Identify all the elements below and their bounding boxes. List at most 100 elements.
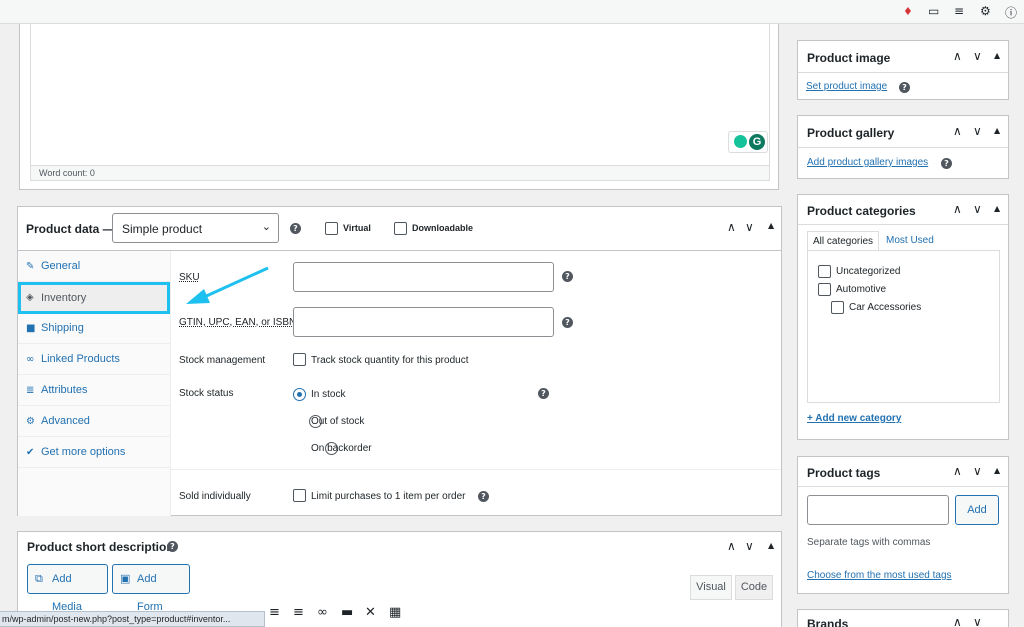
chevron-down-icon[interactable]: ∨ [745,539,754,553]
chevron-up-icon[interactable]: ∧ [953,49,962,63]
link-icon: ∞ [26,354,35,365]
content-editor[interactable]: G Word count: 0 [19,24,779,190]
caret-up-icon[interactable]: ▲ [768,541,774,550]
product-type-select[interactable]: Simple product ⌄ [112,213,279,243]
help-icon[interactable]: ? [941,158,952,169]
tab-visual[interactable]: Visual [690,575,732,600]
choose-most-used-tags-link[interactable]: Choose from the most used tags [807,570,952,581]
chevron-up-icon[interactable]: ∧ [953,124,962,138]
product-categories-title: Product categories [807,204,916,218]
help-icon[interactable]: ? [538,388,549,399]
comment-icon[interactable]: ▭ [928,4,939,18]
add-new-category-link[interactable]: + Add new category [807,413,901,424]
link-icon[interactable]: ∞ [317,605,328,620]
tab-all-categories[interactable]: All categories [807,231,879,251]
gtin-label: GTIN, UPC, EAN, or ISBN [179,317,297,328]
product-gallery-title: Product gallery [807,126,895,140]
tab-attributes[interactable]: ≣ Attributes [18,375,170,406]
chevron-down-icon[interactable]: ∨ [745,220,754,234]
category-label: Uncategorized [836,266,901,277]
gear-icon: ⚙ [26,416,35,427]
help-icon[interactable]: ⓘ [1005,4,1017,21]
tab-get-more-options[interactable]: ✔ Get more options [18,437,170,468]
form-icon: ▣ [120,572,131,585]
chevron-up-icon[interactable]: ∧ [953,615,962,627]
chevron-up-icon[interactable]: ∧ [727,220,736,234]
tab-most-used[interactable]: Most Used [886,235,934,246]
editor-text-area[interactable] [30,24,770,166]
grammarly-icon[interactable]: G [728,131,768,153]
align-right-icon[interactable]: ≡ [293,605,304,620]
chevron-up-icon[interactable]: ∧ [953,202,962,216]
more-icon[interactable]: ▬ [341,605,353,620]
help-icon[interactable]: ? [899,82,910,93]
stock-management-checkbox[interactable] [293,353,306,366]
caret-up-icon[interactable]: ▲ [994,466,1000,475]
product-tags-title: Product tags [807,466,881,480]
chevron-down-icon[interactable]: ∨ [973,615,982,627]
chevron-down-icon: ⌄ [261,220,271,233]
list-icon[interactable]: ≡ [954,4,964,18]
gear-icon[interactable]: ⚙ [980,4,991,18]
tag-input[interactable] [807,495,949,525]
toolbar-toggle-icon[interactable]: ▦ [389,605,401,620]
add-form-button[interactable]: ▣ Add Form [112,564,190,613]
product-data-tabs: ✎ General ◈ Inventory ■ Shipping ∞ Linke… [18,251,171,516]
stock-status-label: Stock status [179,388,234,399]
caret-up-icon[interactable]: ▲ [994,126,1000,135]
product-data-header: Product data — Simple product ⌄ ? Virtua… [18,207,781,251]
chevron-down-icon[interactable]: ∨ [973,124,982,138]
help-icon[interactable]: ? [167,541,178,552]
tab-advanced[interactable]: ⚙ Advanced [18,406,170,437]
product-data-title: Product data — [26,222,115,236]
product-categories-box: Product categories ∧ ∨ ▲ All categories … [797,194,1009,440]
tab-code[interactable]: Code [735,575,773,600]
align-center-icon[interactable]: ≡ [269,605,280,620]
caret-up-icon[interactable]: ▲ [768,221,774,230]
help-icon[interactable]: ? [290,223,301,234]
truck-icon: ■ [26,323,36,334]
help-icon[interactable]: ? [478,491,489,502]
chevron-down-icon[interactable]: ∨ [973,464,982,478]
chevron-up-icon[interactable]: ∧ [727,539,736,553]
tab-general[interactable]: ✎ General [18,251,170,282]
caret-up-icon[interactable]: ▲ [994,204,1000,213]
product-tags-box: Product tags ∧ ∨ ▲ Add Separate tags wit… [797,456,1009,594]
category-label: Car Accessories [849,302,922,313]
chevron-down-icon[interactable]: ∨ [973,49,982,63]
set-product-image-link[interactable]: Set product image [806,81,887,92]
sku-label: SKU [179,272,200,283]
add-gallery-images-link[interactable]: Add product gallery images [807,157,928,168]
product-type-value: Simple product [122,222,203,236]
bell-icon[interactable]: ♦ [903,5,913,18]
sku-input[interactable] [293,262,554,292]
tab-linked-products[interactable]: ∞ Linked Products [18,344,170,375]
help-icon[interactable]: ? [562,271,573,282]
in-stock-radio[interactable] [293,388,306,401]
category-list: Uncategorized Automotive Car Accessories [807,250,1000,403]
sold-individually-checkbox[interactable] [293,489,306,502]
chevron-up-icon[interactable]: ∧ [953,464,962,478]
tab-shipping[interactable]: ■ Shipping [18,313,170,344]
add-tag-button[interactable]: Add [955,495,999,525]
help-icon[interactable]: ? [562,317,573,328]
add-media-button[interactable]: ⧉ Add Media [27,564,108,613]
downloadable-checkbox[interactable] [394,222,407,235]
category-checkbox[interactable] [818,265,831,278]
category-checkbox[interactable] [818,283,831,296]
divider [171,469,781,470]
brands-title: Brands [807,617,849,627]
fullscreen-icon[interactable]: ✕ [365,605,376,620]
product-data-panel: Product data — Simple product ⌄ ? Virtua… [17,206,782,516]
chevron-down-icon[interactable]: ∨ [973,202,982,216]
sold-individually-option: Limit purchases to 1 item per order [311,491,466,502]
product-gallery-box: Product gallery ∧ ∨ ▲ Add product galler… [797,115,1009,179]
tags-hint: Separate tags with commas [807,537,931,548]
category-checkbox[interactable] [831,301,844,314]
tab-inventory[interactable]: ◈ Inventory [18,282,170,314]
product-image-box: Product image ∧ ∨ ▲ Set product image ? [797,40,1009,100]
media-icon: ⧉ [35,572,43,585]
gtin-input[interactable] [293,307,554,337]
virtual-checkbox[interactable] [325,222,338,235]
caret-up-icon[interactable]: ▲ [994,51,1000,60]
